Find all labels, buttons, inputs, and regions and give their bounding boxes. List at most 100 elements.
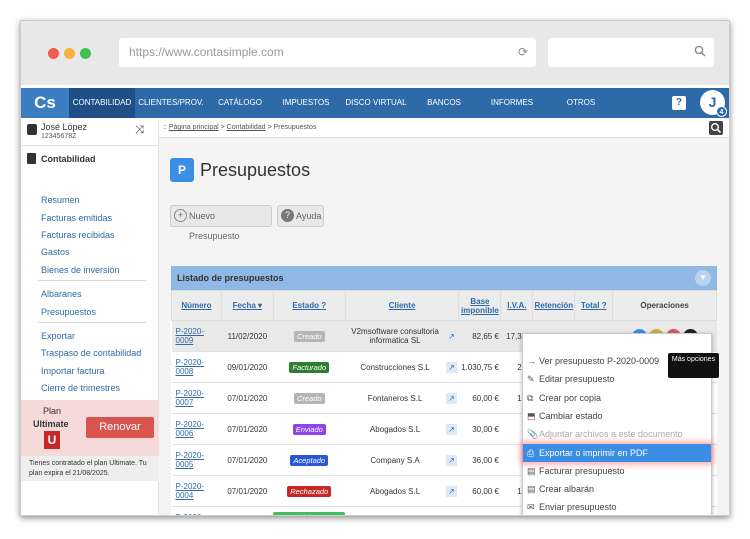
switch-user-icon[interactable]: ⤨ <box>135 124 144 137</box>
col-estado[interactable]: Estado ? <box>272 290 346 321</box>
menu-item-icon: ✎ <box>527 374 535 385</box>
plan-badge: U <box>44 431 60 449</box>
menu-item-label: Cambiar estado <box>539 410 603 421</box>
breadcrumb-section[interactable]: Contabilidad <box>227 124 266 131</box>
menu-item[interactable]: ▤ Facturar presupuesto <box>523 462 711 480</box>
address-bar[interactable]: https://www.contasimple.com ⟳ <box>119 38 536 67</box>
user-name: José López <box>41 122 88 132</box>
tooltip: Más opciones <box>668 353 719 378</box>
breadcrumb-home[interactable]: Página principal <box>169 124 219 131</box>
presupuesto-link[interactable]: P-2020-0009 <box>176 327 204 345</box>
cell-numero[interactable]: P-2020-0004 <box>171 475 222 507</box>
col-estado-label: Estado <box>292 301 320 310</box>
cell-numero[interactable]: P-2020-0005 <box>171 444 222 476</box>
sidebar-item-cierre-trimestres[interactable]: Cierre de trimestres <box>41 383 120 393</box>
nav-clientes[interactable]: CLIENTES/PROV. <box>135 88 207 118</box>
close-dot[interactable] <box>48 48 59 59</box>
url-text: https://www.contasimple.com <box>129 45 284 59</box>
client-name: Company S.A <box>370 455 420 465</box>
sidebar-item-traspaso[interactable]: Traspaso de contabilidad <box>41 348 141 358</box>
sidebar-item-exportar[interactable]: Exportar <box>41 331 75 341</box>
cell-numero[interactable]: P-2020-0009 <box>171 320 222 352</box>
cell-numero[interactable]: P-2020-0007 <box>171 382 222 414</box>
nav-impuestos[interactable]: IMPUESTOS <box>273 88 339 118</box>
menu-item-label: Facturar presupuesto <box>539 465 625 476</box>
menu-item-icon: ⎙ <box>527 447 535 458</box>
cell-numero[interactable]: P-2020-0008 <box>171 351 222 383</box>
new-presupuesto-button[interactable]: + Nuevo Presupuesto <box>170 205 272 241</box>
menu-item[interactable]: ✉ Enviar presupuesto <box>523 498 711 515</box>
chart-icon[interactable]: ↗ <box>445 362 457 373</box>
presupuesto-link[interactable]: P-2020-0006 <box>176 420 204 438</box>
presupuesto-link[interactable]: P-2020-0003 <box>176 513 204 515</box>
nav-bancos[interactable]: BANCOS <box>413 88 475 118</box>
col-fecha[interactable]: Fecha ▾ <box>220 290 274 321</box>
chart-icon[interactable]: ↗ <box>445 455 457 466</box>
plan-panel: Plan Ultimate U Renovar <box>21 400 159 456</box>
list-header: Listado de presupuestos ▼ <box>171 266 717 290</box>
nav-contabilidad[interactable]: CONTABILIDAD <box>69 88 135 118</box>
menu-item[interactable]: ⎙ Exportar o imprimir en PDF <box>523 443 711 462</box>
list-title: Listado de presupuestos <box>177 273 284 283</box>
sort-icon: ▾ <box>258 301 263 310</box>
cell-numero[interactable]: P-2020-0006 <box>171 413 222 445</box>
menu-item[interactable]: 📎 Adjuntar archivos a este documento <box>523 425 711 443</box>
help-button[interactable]: ? Ayuda <box>277 205 324 227</box>
col-retencion[interactable]: Retención <box>532 290 576 321</box>
divider <box>38 322 146 323</box>
chart-icon[interactable]: ↗ <box>445 486 457 497</box>
sidebar-item-presupuestos[interactable]: Presupuestos <box>41 307 96 317</box>
search-icon <box>694 45 706 57</box>
menu-item[interactable]: ⬒ Cambiar estado <box>523 407 711 425</box>
chart-icon[interactable]: ↗ <box>445 331 457 342</box>
nav-catalogo[interactable]: CATÁLOGO <box>207 88 273 118</box>
col-total[interactable]: Total ? <box>574 290 614 321</box>
help-icon[interactable]: ? <box>672 96 686 110</box>
sidebar-item-resumen[interactable]: Resumen <box>41 195 80 205</box>
col-numero[interactable]: Número <box>171 290 222 321</box>
top-navbar: Cs CONTABILIDAD CLIENTES/PROV. CATÁLOGO … <box>21 88 729 118</box>
chart-icon[interactable]: ↗ <box>445 393 457 404</box>
sidebar-section-title: Contabilidad <box>27 153 96 164</box>
browser-search-box[interactable] <box>548 38 714 67</box>
collapse-icon[interactable]: ▼ <box>695 270 711 286</box>
nav-otros[interactable]: OTROS <box>549 88 613 118</box>
menu-item[interactable]: ⧉ Crear por copia <box>523 389 711 407</box>
menu-item[interactable]: ▤ Crear albarán <box>523 480 711 498</box>
minimize-dot[interactable] <box>64 48 75 59</box>
presupuesto-link[interactable]: P-2020-0004 <box>176 482 204 500</box>
col-iva[interactable]: I.V.A. <box>500 290 534 321</box>
user-icon <box>27 124 37 135</box>
cell-cliente: Abogados S.L ↗ <box>345 413 459 445</box>
nav-disco-virtual[interactable]: DISCO VIRTUAL <box>339 88 413 118</box>
maximize-dot[interactable] <box>80 48 91 59</box>
sidebar-item-facturas-emitidas[interactable]: Facturas emitidas <box>41 213 112 223</box>
presupuesto-link[interactable]: P-2020-0007 <box>176 389 204 407</box>
section-label: Contabilidad <box>41 154 96 164</box>
presupuesto-link[interactable]: P-2020-0008 <box>176 358 204 376</box>
logo[interactable]: Cs <box>21 88 69 118</box>
avatar[interactable]: J4 <box>700 90 727 117</box>
chart-icon[interactable]: ↗ <box>445 424 457 435</box>
col-cliente[interactable]: Cliente <box>344 290 460 321</box>
nav-informes[interactable]: INFORMES <box>475 88 549 118</box>
status-badge: Aceptado <box>290 454 329 466</box>
sidebar: José López 12345678Z ⤨ Contabilidad Resu… <box>21 118 159 515</box>
presupuesto-link[interactable]: P-2020-0005 <box>176 451 204 469</box>
sidebar-item-gastos[interactable]: Gastos <box>41 247 70 257</box>
sidebar-item-bienes-inversion[interactable]: Bienes de inversión <box>41 265 120 275</box>
col-base[interactable]: Base imponible <box>458 290 502 321</box>
status-badge: Facturado <box>289 361 330 373</box>
document-icon <box>27 153 36 164</box>
search-icon[interactable] <box>709 121 723 135</box>
page-title: Presupuestos <box>200 160 311 180</box>
status-badge: Creado <box>293 330 325 342</box>
client-name: Abogados S.L <box>369 424 421 434</box>
cell-numero[interactable]: P-2020-0003 <box>171 506 222 515</box>
sidebar-item-facturas-recibidas[interactable]: Facturas recibidas <box>41 230 115 240</box>
renew-button[interactable]: Renovar <box>86 417 154 438</box>
reload-icon[interactable]: ⟳ <box>518 38 528 67</box>
sidebar-item-albaranes[interactable]: Albaranes <box>41 289 82 299</box>
cell-fecha: 07/01/2020 <box>221 382 274 414</box>
sidebar-item-importar-factura[interactable]: Importar factura <box>41 366 105 376</box>
